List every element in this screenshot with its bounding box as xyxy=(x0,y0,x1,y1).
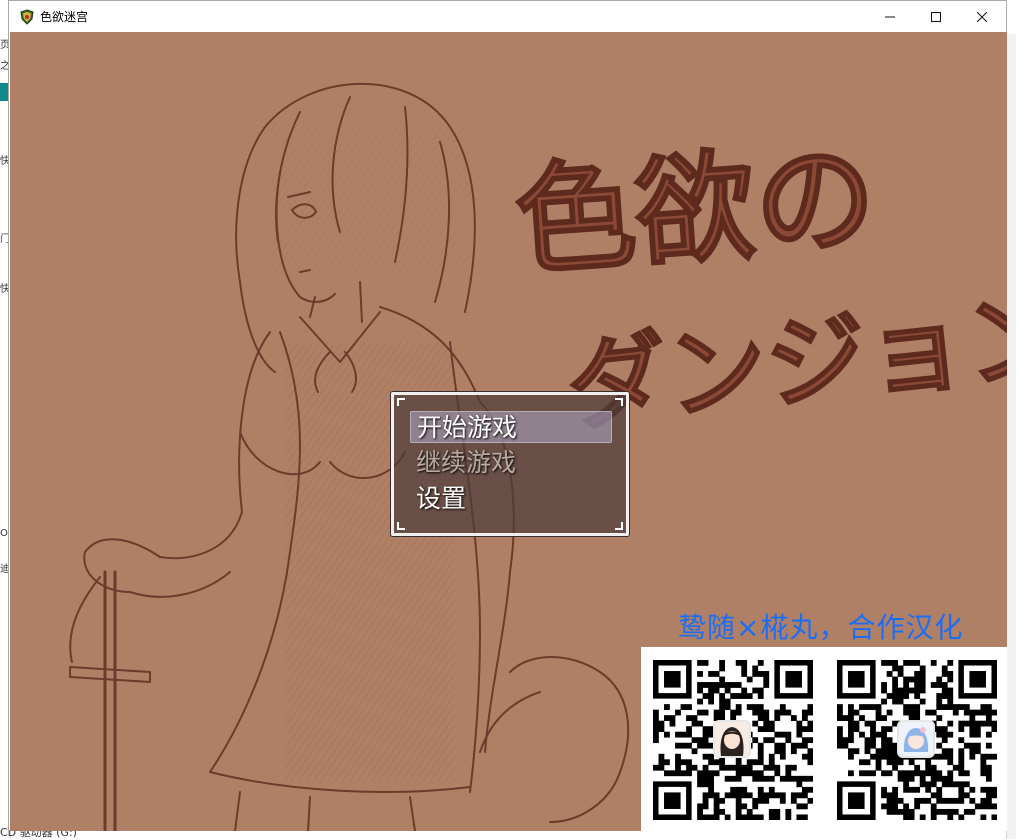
qr-code-1 xyxy=(653,660,814,821)
logo-line-1: 色欲の xyxy=(511,129,880,293)
game-window: 色欲迷宫 色欲の ダンジョン 开始游戏 继续游戏 设置 鸷随×椛丸，合作汉化 xyxy=(8,0,1007,831)
game-canvas[interactable]: 色欲の ダンジョン 开始游戏 继续游戏 设置 鸷随×椛丸，合作汉化 xyxy=(10,32,1007,831)
close-button[interactable] xyxy=(959,1,1005,32)
menu-item-settings[interactable]: 设置 xyxy=(410,483,612,515)
qr-avatar-2 xyxy=(897,720,935,758)
title-menu: 开始游戏 继续游戏 设置 xyxy=(391,392,629,536)
qr-code-2 xyxy=(837,660,998,821)
game-shield-icon xyxy=(20,9,34,25)
title-bar[interactable]: 色欲迷宫 xyxy=(9,1,1006,32)
menu-item-continue[interactable]: 继续游戏 xyxy=(410,447,612,479)
qr-panel xyxy=(641,647,1007,831)
close-icon xyxy=(977,11,987,22)
minimize-icon xyxy=(885,16,895,17)
minimize-button[interactable] xyxy=(867,1,913,32)
avatar-girl-icon xyxy=(715,722,749,756)
desktop-right-edge xyxy=(1006,34,1016,839)
avatar-blue-hair-icon xyxy=(899,722,933,756)
bg-glyph: O xyxy=(0,528,8,539)
window-title: 色欲迷宫 xyxy=(40,10,89,24)
translation-credit: 鸷随×椛丸，合作汉化 xyxy=(678,611,964,644)
maximize-button[interactable] xyxy=(913,1,959,32)
qr-avatar-1 xyxy=(713,720,751,758)
menu-item-new-game[interactable]: 开始游戏 xyxy=(410,411,612,443)
maximize-icon xyxy=(931,11,941,22)
